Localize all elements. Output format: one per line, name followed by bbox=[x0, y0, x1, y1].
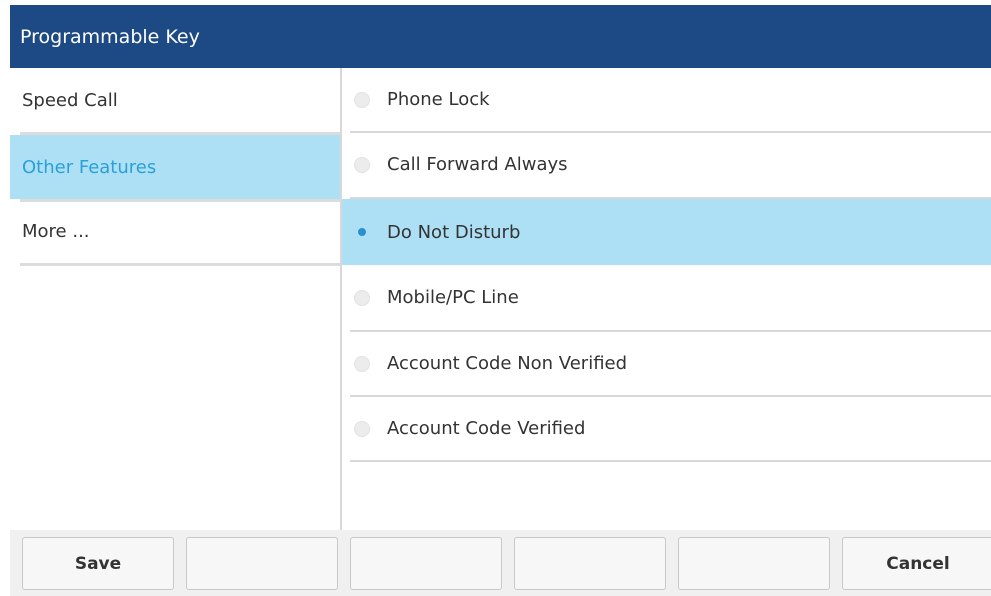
softkey-3[interactable] bbox=[350, 537, 502, 590]
option-phone-lock[interactable]: Phone Lock bbox=[342, 68, 991, 131]
softkey-label: Save bbox=[74, 553, 122, 574]
option-label: Phone Lock bbox=[387, 89, 490, 110]
option-do-not-disturb[interactable]: Do Not Disturb bbox=[342, 199, 991, 265]
radio-button[interactable] bbox=[354, 91, 370, 108]
softkey-2[interactable] bbox=[186, 537, 338, 590]
option-label: Account Code Verified bbox=[387, 418, 586, 439]
category-item-more[interactable]: More ... bbox=[10, 199, 340, 263]
category-item-speed-call[interactable]: Speed Call bbox=[10, 68, 340, 132]
title-bar: Programmable Key bbox=[10, 5, 991, 68]
option-label: Mobile/PC Line bbox=[387, 287, 519, 308]
radio-button[interactable] bbox=[354, 289, 370, 306]
softkey-label: Cancel bbox=[886, 553, 950, 574]
radio-button-selected[interactable] bbox=[354, 224, 370, 240]
category-item-label: Speed Call bbox=[22, 89, 118, 111]
option-account-code-non-verified[interactable]: Account Code Non Verified bbox=[342, 332, 991, 395]
option-mobile-pc-line[interactable]: Mobile/PC Line bbox=[342, 265, 991, 330]
category-divider bbox=[20, 263, 340, 266]
feature-option-list: Phone Lock Call Forward Always Do Not Di… bbox=[342, 68, 991, 530]
page-title: Programmable Key bbox=[20, 25, 200, 48]
option-divider bbox=[350, 460, 991, 462]
radio-button[interactable] bbox=[354, 420, 370, 437]
radio-button[interactable] bbox=[354, 156, 370, 173]
category-item-label: Other Features bbox=[22, 156, 157, 178]
softkey-bar: Save Cancel bbox=[10, 530, 991, 596]
category-item-other-features[interactable]: Other Features bbox=[10, 135, 340, 199]
option-account-code-verified[interactable]: Account Code Verified bbox=[342, 397, 991, 460]
cancel-button[interactable]: Cancel bbox=[842, 537, 991, 590]
softkey-5[interactable] bbox=[678, 537, 830, 590]
radio-button[interactable] bbox=[354, 355, 370, 372]
option-label: Do Not Disturb bbox=[387, 221, 521, 243]
option-call-forward-always[interactable]: Call Forward Always bbox=[342, 133, 991, 196]
option-label: Account Code Non Verified bbox=[387, 353, 628, 374]
save-button[interactable]: Save bbox=[22, 537, 174, 590]
option-label: Call Forward Always bbox=[387, 154, 568, 175]
category-list: Speed Call Other Features More ... bbox=[10, 68, 340, 530]
category-item-label: More ... bbox=[22, 220, 90, 242]
softkey-4[interactable] bbox=[514, 537, 666, 590]
